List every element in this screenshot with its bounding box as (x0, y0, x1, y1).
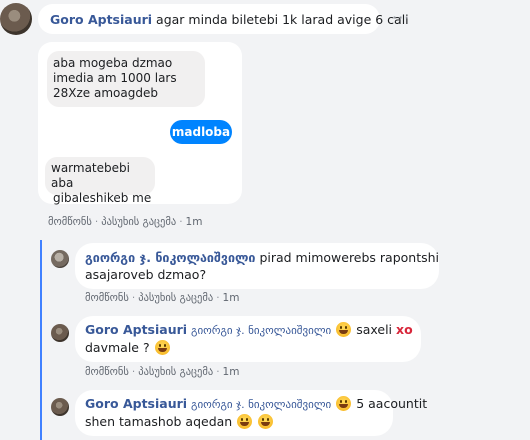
like-link[interactable]: მომწონს (85, 366, 129, 378)
comment-actions: მომწონს · პასუხის გაცემა · 1m (48, 216, 203, 228)
reply-actions: მომწონს · პასუხის გაცემა · 1m (85, 292, 240, 304)
smile-emoji-icon (154, 340, 170, 355)
reply-text: pirad mimowerebs rapontshi (259, 250, 440, 265)
chat-message-line: gibaleshikeb me (53, 191, 152, 205)
reply-author[interactable]: გიორგი ჯ. ნიკოლაიშვილი (85, 250, 255, 265)
reply-link[interactable]: პასუხის გაცემა (101, 216, 176, 228)
smile-emoji-icon (336, 396, 352, 411)
more-options-icon[interactable]: ··· (392, 8, 410, 27)
reply-text-highlight: xo (396, 322, 413, 337)
chat-message: warmatebebi aba gibaleshikeb me (45, 157, 155, 205)
avatar[interactable] (51, 250, 69, 268)
reply-text: shen tamashob aqedan (85, 414, 233, 429)
reply-text: 5 aacountit (356, 396, 428, 411)
smile-emoji-icon (258, 414, 274, 429)
comment-author[interactable]: Goro Aptsiauri (50, 12, 152, 27)
reply-text: davmale ? (85, 340, 150, 355)
avatar[interactable] (51, 398, 69, 416)
comment-text: agar minda biletebi 1k larad avige 6 cal… (156, 12, 409, 27)
reply-text: asajaroveb dzmao? (85, 267, 207, 282)
mention[interactable]: გიორგი ჯ. ნიკოლაიშვილი (191, 398, 331, 411)
chat-message-line: aba mogeba dzmao (53, 56, 173, 70)
reply-bubble: Goro Aptsiauri გიორგი ჯ. ნიკოლაიშვილი sa… (75, 316, 421, 362)
like-link[interactable]: მომწონს (85, 292, 129, 304)
chat-message-line: warmatebebi aba (51, 161, 130, 190)
avatar[interactable] (0, 3, 32, 35)
smile-emoji-icon (237, 414, 253, 429)
reply-author[interactable]: Goro Aptsiauri (85, 322, 187, 337)
reply-link[interactable]: პასუხის გაცემა (138, 366, 213, 378)
chat-message: aba mogeba dzmao imedia am 1000 lars 28X… (47, 51, 205, 107)
chat-message-line: 28Xze amoagdeb (53, 86, 158, 100)
thread-line (40, 240, 42, 440)
smile-emoji-icon (336, 322, 352, 337)
mention[interactable]: გიორგი ჯ. ნიკოლაიშვილი (191, 324, 331, 337)
chat-reply: madloba (170, 120, 232, 144)
comment-bubble: Goro Aptsiauri agar minda biletebi 1k la… (38, 4, 409, 34)
like-link[interactable]: მომწონს (48, 216, 92, 228)
reply-link[interactable]: პასუხის გაცემა (138, 292, 213, 304)
timestamp[interactable]: 1m (223, 366, 240, 378)
reply-author[interactable]: Goro Aptsiauri (85, 396, 187, 411)
reply-bubble: გიორგი ჯ. ნიკოლაიშვილი pirad mimowerebs … (75, 243, 439, 289)
timestamp[interactable]: 1m (186, 216, 203, 228)
attached-image[interactable]: aba mogeba dzmao imedia am 1000 lars 28X… (38, 42, 242, 205)
reply-text: saxeli (356, 322, 393, 337)
reply-bubble: Goro Aptsiauri გიორგი ჯ. ნიკოლაიშვილი 5 … (75, 390, 427, 436)
reply-actions: მომწონს · პასუხის გაცემა · 1m (85, 366, 240, 378)
chat-message-line: imedia am 1000 lars (53, 71, 177, 85)
timestamp[interactable]: 1m (223, 292, 240, 304)
avatar[interactable] (51, 324, 69, 342)
